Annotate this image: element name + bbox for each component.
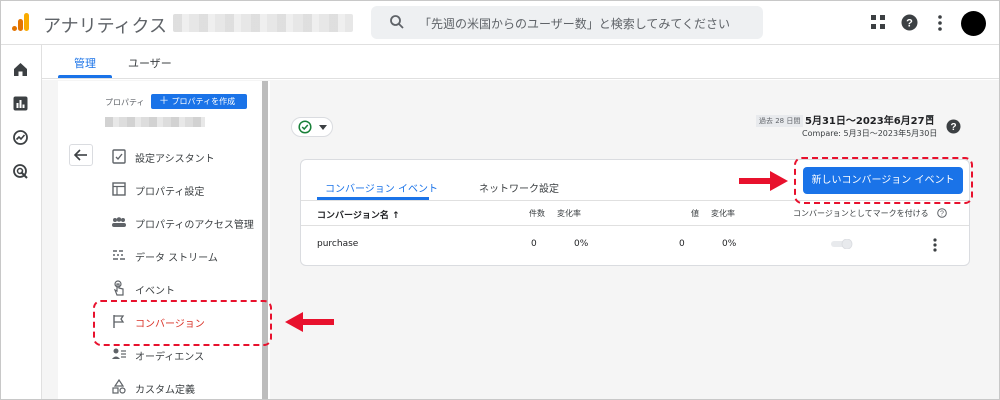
nav-label: オーディエンス	[135, 352, 205, 363]
column-header-count[interactable]: 件数	[529, 208, 545, 219]
active-tab-indicator	[58, 75, 112, 78]
cell-value: 0	[679, 239, 685, 249]
chevron-down-icon	[319, 125, 327, 130]
nav-label: データ ストリーム	[135, 253, 218, 264]
nav-item-events[interactable]: イベント	[105, 276, 265, 302]
mark-as-conversion-toggle[interactable]	[829, 239, 853, 249]
property-label: プロパティ	[105, 98, 145, 107]
cell-conversion-name: purchase	[317, 239, 359, 249]
help-icon[interactable]: ?	[901, 14, 918, 31]
admin-tab-bar: 管理 ユーザー	[42, 45, 999, 79]
touch-icon	[113, 280, 124, 296]
highlight-box-new-conversion	[794, 157, 973, 204]
shapes-icon	[112, 379, 126, 394]
date-period-tag: 過去 28 日間	[756, 115, 804, 127]
nav-item-data-streams[interactable]: データ ストリーム	[105, 243, 265, 269]
cell-count-change: 0%	[574, 239, 589, 249]
tab-conversion-events[interactable]: コンバージョン イベント	[325, 180, 438, 195]
nav-item-property-access[interactable]: プロパティのアクセス管理	[105, 210, 265, 236]
property-name	[105, 117, 205, 127]
svg-text:?: ?	[906, 18, 913, 30]
annotation-arrow-left-icon	[285, 312, 334, 332]
plus-icon: ＋	[159, 96, 169, 107]
avatar[interactable]	[961, 11, 986, 36]
back-button[interactable]	[69, 144, 93, 166]
streams-icon	[113, 250, 125, 260]
cell-value-change: 0%	[722, 239, 737, 249]
top-bar: アナリティクス 「先週の米国からのユーザー数」と検索してみてください ?	[1, 1, 999, 45]
search-placeholder: 「先週の米国からのユーザー数」と検索してみてください	[419, 17, 731, 31]
cell-count: 0	[531, 239, 537, 249]
highlight-box-conversions	[93, 300, 272, 346]
account-selector[interactable]	[173, 14, 353, 32]
screenshot-frame: アナリティクス 「先週の米国からのユーザー数」と検索してみてください ? 管理 …	[0, 0, 1000, 400]
home-icon[interactable]	[12, 61, 29, 78]
create-property-label: プロパティを作成	[171, 97, 236, 106]
nav-item-setup-assistant[interactable]: 設定アシスタント	[105, 144, 265, 170]
svg-text:?: ?	[950, 122, 956, 133]
comparison-filter-chip[interactable]	[291, 117, 333, 137]
help-outline-icon[interactable]: ?	[937, 208, 947, 218]
explore-icon[interactable]	[12, 129, 29, 146]
nav-label: プロパティのアクセス管理	[135, 220, 254, 231]
column-header-value-change[interactable]: 変化率	[711, 208, 735, 219]
column-header-mark-as-conversion: コンバージョンとしてマークを付ける	[793, 209, 929, 218]
check-circle-icon	[298, 120, 312, 134]
nav-label: イベント	[135, 286, 175, 297]
arrow-back-icon	[73, 149, 87, 161]
nav-label: カスタム定義	[135, 385, 195, 396]
reports-icon[interactable]	[12, 95, 29, 112]
date-dropdown-icon[interactable]	[925, 114, 935, 122]
column-header-count-change[interactable]: 変化率	[557, 208, 581, 219]
app-title: アナリティクス	[43, 16, 168, 37]
search-bar[interactable]: 「先週の米国からのユーザー数」と検索してみてください	[371, 6, 763, 39]
nav-item-custom-definitions[interactable]: カスタム定義	[105, 375, 265, 399]
apps-icon[interactable]	[871, 15, 885, 29]
divider	[301, 225, 969, 226]
more-vert-icon[interactable]	[933, 238, 937, 252]
date-range[interactable]: 5月31日〜2023年6月27日	[805, 112, 935, 127]
nav-item-property-settings[interactable]: プロパティ設定	[105, 177, 265, 203]
annotation-arrow-right-icon	[739, 171, 788, 191]
layout-icon	[112, 182, 126, 196]
analytics-logo-icon	[12, 13, 29, 31]
nav-label: プロパティ設定	[135, 187, 205, 198]
nav-label: 設定アシスタント	[135, 154, 215, 165]
audience-icon	[112, 348, 126, 359]
tab-user[interactable]: ユーザー	[128, 55, 172, 71]
compare-range: Compare: 5月3日〜2023年5月30日	[802, 129, 938, 138]
svg-text:?: ?	[940, 211, 944, 218]
search-icon	[390, 15, 404, 29]
advertising-icon[interactable]	[12, 163, 29, 180]
more-vert-icon[interactable]	[938, 14, 942, 32]
checklist-icon	[112, 149, 126, 164]
column-header-value[interactable]: 値	[691, 208, 699, 219]
tab-admin[interactable]: 管理	[74, 55, 96, 71]
column-header-name[interactable]: コンバージョン名 ↑	[317, 208, 400, 221]
tab-network-settings[interactable]: ネットワーク設定	[479, 180, 559, 195]
create-property-button[interactable]: ＋ プロパティを作成	[151, 94, 247, 109]
help-icon[interactable]: ?	[946, 119, 961, 134]
left-rail	[1, 45, 42, 399]
people-icon	[112, 217, 126, 227]
